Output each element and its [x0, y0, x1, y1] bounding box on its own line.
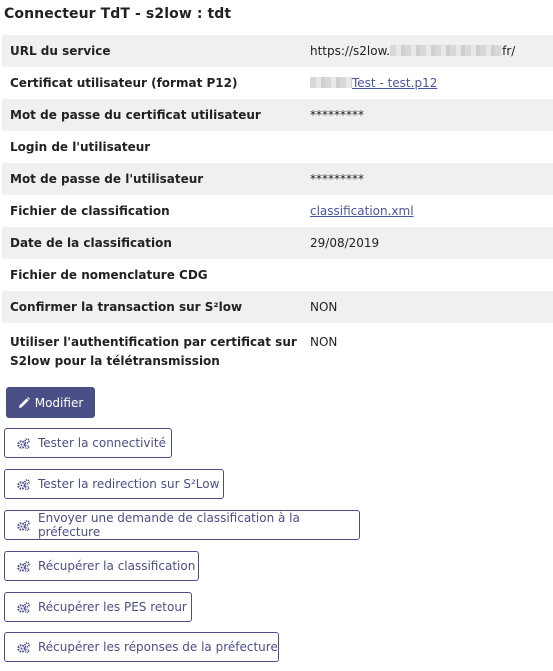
- row-label: Fichier de nomenclature CDG: [10, 268, 208, 282]
- row-value: Test - test.p12: [302, 67, 553, 99]
- table-row: Login de l'utilisateur: [2, 131, 553, 163]
- button-label: Récupérer les réponses de la préfecture: [38, 640, 278, 654]
- retrieve-prefecture-responses-button[interactable]: Récupérer les réponses de la préfecture: [4, 632, 279, 662]
- table-row: URL du service https://s2low. fr/: [2, 35, 553, 67]
- modifier-label: Modifier: [34, 395, 84, 410]
- row-label: Confirmer la transaction sur S²low: [10, 300, 243, 314]
- test-redirection-button[interactable]: Tester la redirection sur S²Low: [4, 469, 224, 499]
- row-label: Login de l'utilisateur: [10, 140, 151, 154]
- row-label: Fichier de classification: [10, 204, 170, 218]
- redacted-text: [310, 77, 352, 88]
- button-label: Tester la connectivité: [38, 436, 166, 450]
- row-value: [302, 131, 553, 163]
- row-value: *********: [310, 172, 364, 186]
- row-value: 29/08/2019: [310, 236, 380, 250]
- modifier-button[interactable]: Modifier: [6, 387, 95, 418]
- pencil-icon: [18, 396, 30, 408]
- service-url-suffix: fr/: [502, 44, 516, 58]
- cogs-icon: [17, 519, 30, 531]
- table-row: Utiliser l'authentification par certific…: [2, 323, 553, 383]
- test-connectivity-button[interactable]: Tester la connectivité: [4, 428, 172, 458]
- table-row: Date de la classification 29/08/2019: [2, 227, 553, 259]
- table-row: Mot de passe de l'utilisateur *********: [2, 163, 553, 195]
- table-row: Mot de passe du certificat utilisateur *…: [2, 99, 553, 131]
- row-label: Certificat utilisateur (format P12): [10, 76, 238, 90]
- cogs-icon: [17, 601, 30, 613]
- row-label: URL du service: [10, 44, 111, 58]
- row-label: Mot de passe de l'utilisateur: [10, 172, 204, 186]
- table-row: Certificat utilisateur (format P12) Test…: [2, 67, 553, 99]
- service-url-prefix: https://s2low.: [310, 44, 391, 58]
- row-label: Mot de passe du certificat utilisateur: [10, 108, 261, 122]
- certificate-file-link[interactable]: Test - test.p12: [352, 76, 437, 90]
- button-label: Tester la redirection sur S²Low: [38, 477, 220, 491]
- row-value: classification.xml: [302, 195, 553, 227]
- table-row: Fichier de classification classification…: [2, 195, 553, 227]
- button-label: Récupérer la classification: [38, 559, 196, 573]
- send-classification-request-button[interactable]: Envoyer une demande de classification à …: [4, 510, 360, 540]
- button-label: Récupérer les PES retour: [38, 600, 187, 614]
- cogs-icon: [17, 437, 30, 449]
- table-row: Confirmer la transaction sur S²low NON: [2, 291, 553, 323]
- row-value: NON: [310, 300, 338, 314]
- page-title: Connecteur TdT - s2low : tdt: [4, 6, 232, 22]
- button-label: Envoyer une demande de classification à …: [38, 511, 300, 539]
- row-value: NON: [310, 335, 338, 349]
- retrieve-classification-button[interactable]: Récupérer la classification: [4, 551, 199, 581]
- row-value: https://s2low. fr/: [302, 35, 553, 67]
- row-value: *********: [310, 108, 364, 122]
- row-value: [302, 259, 553, 291]
- retrieve-pes-retour-button[interactable]: Récupérer les PES retour: [4, 592, 192, 622]
- cogs-icon: [17, 478, 30, 490]
- classification-file-link[interactable]: classification.xml: [310, 204, 414, 218]
- redacted-text: [390, 45, 503, 56]
- table-row: Fichier de nomenclature CDG: [2, 259, 553, 291]
- row-label: Utiliser l'authentification par certific…: [10, 335, 297, 368]
- connector-properties-table: URL du service https://s2low. fr/ Certifi…: [2, 35, 553, 383]
- cogs-icon: [17, 641, 30, 653]
- row-label: Date de la classification: [10, 236, 172, 250]
- cogs-icon: [17, 560, 30, 572]
